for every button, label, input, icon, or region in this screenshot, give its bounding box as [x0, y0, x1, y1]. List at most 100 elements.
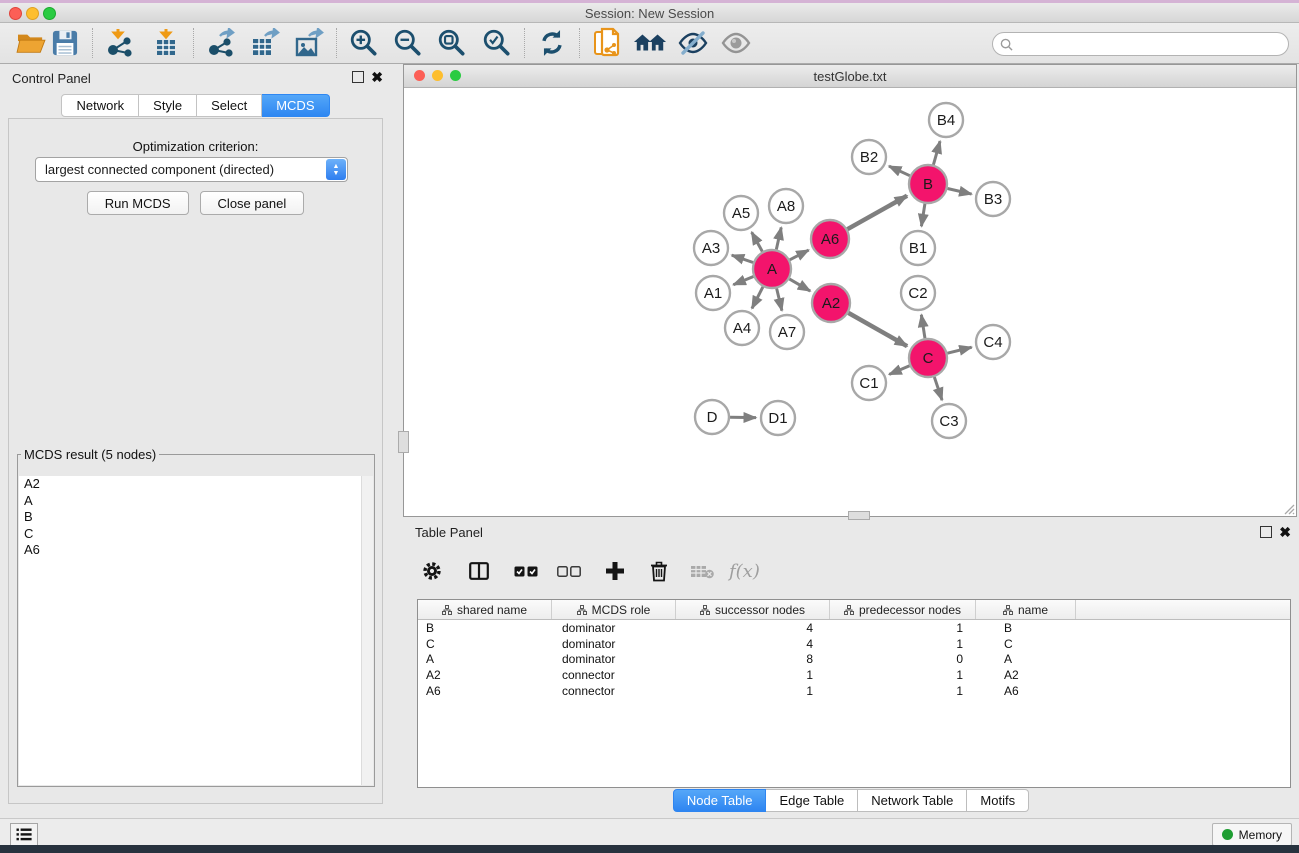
- result-list-scrollbar[interactable]: [361, 476, 373, 785]
- zoom-in-button[interactable]: [347, 26, 381, 60]
- delete-table-button[interactable]: [687, 556, 717, 586]
- close-panel-icon[interactable]: ✖: [371, 72, 383, 82]
- function-builder-button[interactable]: f(x): [729, 556, 760, 586]
- float-table-panel-icon[interactable]: [1260, 526, 1272, 538]
- graph-node-D[interactable]: D: [695, 400, 729, 434]
- graph-node-A[interactable]: A: [753, 250, 791, 288]
- edge-C-C4: [947, 347, 971, 353]
- network-window-titlebar[interactable]: testGlobe.txt: [404, 65, 1296, 88]
- import-network-button[interactable]: [103, 26, 137, 60]
- svg-text:C1: C1: [859, 375, 878, 392]
- graph-node-B4[interactable]: B4: [929, 103, 963, 137]
- save-floppy-icon: [52, 30, 78, 56]
- network-from-file-button[interactable]: [590, 26, 624, 60]
- home-button[interactable]: [633, 26, 667, 60]
- graph-node-B2[interactable]: B2: [852, 140, 886, 174]
- graph-node-A5[interactable]: A5: [724, 196, 758, 230]
- table-row-B[interactable]: Bdominator41B: [418, 620, 1290, 636]
- show-all-button[interactable]: [719, 26, 753, 60]
- svg-text:C4: C4: [983, 334, 1002, 351]
- search-field[interactable]: [992, 32, 1289, 56]
- graph-node-B[interactable]: B: [909, 165, 947, 203]
- export-image-button[interactable]: [292, 26, 326, 60]
- delete-column-button[interactable]: [644, 556, 674, 586]
- show-column-button[interactable]: [464, 556, 494, 586]
- graph-node-A2[interactable]: A2: [812, 284, 850, 322]
- table-row-A[interactable]: Adominator80A: [418, 651, 1290, 667]
- tab-mcds[interactable]: MCDS: [262, 94, 329, 117]
- tab-network-table[interactable]: Network Table: [858, 789, 967, 812]
- tab-select[interactable]: Select: [197, 94, 262, 117]
- graph-node-A8[interactable]: A8: [769, 189, 803, 223]
- memory-button[interactable]: Memory: [1212, 823, 1292, 846]
- column-header-predecessor-nodes[interactable]: predecessor nodes: [830, 600, 976, 619]
- tab-network[interactable]: Network: [61, 94, 139, 117]
- close-panel-button[interactable]: Close panel: [200, 191, 305, 215]
- open-session-button[interactable]: [14, 26, 48, 60]
- edge-A6-B: [847, 196, 907, 229]
- export-network-button[interactable]: [204, 26, 238, 60]
- fit-zoom-button[interactable]: [435, 26, 469, 60]
- svg-text:A4: A4: [733, 320, 751, 337]
- cell-name: A: [976, 652, 1076, 666]
- graph-node-D1[interactable]: D1: [761, 401, 795, 435]
- result-item-B[interactable]: B: [19, 509, 373, 526]
- graph-node-A3[interactable]: A3: [694, 231, 728, 265]
- graph-node-C4[interactable]: C4: [976, 325, 1010, 359]
- import-table-button[interactable]: [149, 26, 183, 60]
- select-all-columns-button[interactable]: [511, 556, 541, 586]
- edge-A-A2: [789, 279, 810, 291]
- svg-text:D: D: [707, 409, 718, 426]
- search-input[interactable]: [1017, 34, 1288, 54]
- tab-motifs[interactable]: Motifs: [967, 789, 1029, 812]
- divider-grip[interactable]: [848, 511, 870, 520]
- resize-grip-icon[interactable]: [1281, 501, 1295, 515]
- result-item-A2[interactable]: A2: [19, 476, 373, 493]
- node-table[interactable]: shared nameMCDS rolesuccessor nodesprede…: [417, 599, 1291, 788]
- graph-node-C2[interactable]: C2: [901, 276, 935, 310]
- column-header-mcds-role[interactable]: MCDS role: [552, 600, 676, 619]
- zoom-selected-button[interactable]: [480, 26, 514, 60]
- graph-node-C3[interactable]: C3: [932, 404, 966, 438]
- result-item-A6[interactable]: A6: [19, 542, 373, 559]
- run-mcds-button[interactable]: Run MCDS: [87, 191, 189, 215]
- memory-label: Memory: [1239, 828, 1282, 842]
- graph-node-A7[interactable]: A7: [770, 315, 804, 349]
- result-item-C[interactable]: C: [19, 526, 373, 543]
- column-header-successor-nodes[interactable]: successor nodes: [676, 600, 830, 619]
- graph-node-B1[interactable]: B1: [901, 231, 935, 265]
- table-mode-button[interactable]: [417, 556, 447, 586]
- graph-node-A4[interactable]: A4: [725, 311, 759, 345]
- zoom-out-button[interactable]: [391, 26, 425, 60]
- criterion-select[interactable]: largest connected component (directed) ▲…: [35, 157, 348, 182]
- hide-selected-button[interactable]: [676, 26, 710, 60]
- tab-node-table[interactable]: Node Table: [673, 789, 767, 812]
- network-canvas[interactable]: B4 B2 B B3 A8 A5 A6 A3 B1 A A1 C2 A2 A4 A7 C4 C C1 C3 D D1: [404, 88, 1296, 521]
- add-column-button[interactable]: [600, 556, 630, 586]
- svg-text:A8: A8: [777, 198, 795, 215]
- graph-node-C[interactable]: C: [909, 339, 947, 377]
- tab-style[interactable]: Style: [139, 94, 197, 117]
- graph-node-A1[interactable]: A1: [696, 276, 730, 310]
- save-session-button[interactable]: [48, 26, 82, 60]
- graph-node-C1[interactable]: C1: [852, 366, 886, 400]
- graph-node-B3[interactable]: B3: [976, 182, 1010, 216]
- refresh-layout-button[interactable]: [535, 26, 569, 60]
- column-header-name[interactable]: name: [976, 600, 1076, 619]
- deselect-all-columns-button[interactable]: [554, 556, 584, 586]
- table-row-A6[interactable]: A6connector11A6: [418, 683, 1290, 699]
- float-panel-icon[interactable]: [352, 71, 364, 83]
- result-item-A[interactable]: A: [19, 493, 373, 510]
- table-row-A2[interactable]: A2connector11A2: [418, 667, 1290, 683]
- task-list-icon: [16, 828, 32, 841]
- export-table-button[interactable]: [248, 26, 282, 60]
- divider-grip[interactable]: [398, 431, 409, 453]
- tab-edge-table[interactable]: Edge Table: [766, 789, 858, 812]
- table-row-C[interactable]: Cdominator41C: [418, 636, 1290, 652]
- cell-mcds-role: connector: [552, 684, 676, 698]
- column-header-shared-name[interactable]: shared name: [418, 600, 552, 619]
- task-history-button[interactable]: [10, 823, 38, 846]
- graph-node-A6[interactable]: A6: [811, 220, 849, 258]
- network-file-icon: [592, 27, 622, 59]
- close-table-panel-icon[interactable]: ✖: [1279, 527, 1291, 537]
